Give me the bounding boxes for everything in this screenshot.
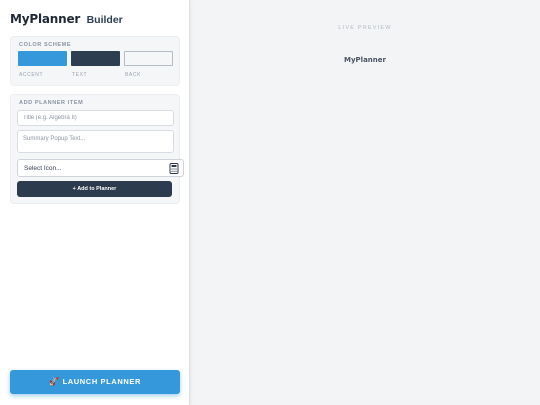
preview-brand: MyPlanner	[344, 56, 386, 64]
add-item-title: ADD PLANNER ITEM	[19, 100, 84, 106]
launch-planner-button[interactable]: 🚀 LAUNCH PLANNER	[10, 370, 180, 394]
color-scheme-title: COLOR SCHEME	[19, 42, 72, 48]
text-label: TEXT	[72, 72, 88, 78]
item-title-input[interactable]	[17, 110, 174, 126]
add-to-planner-button[interactable]: + Add to Planner	[17, 181, 172, 197]
accent-label: ACCENT	[19, 72, 44, 78]
add-planner-item-panel: ADD PLANNER ITEM Select Icon... + Add to…	[10, 94, 184, 204]
brand-name: MyPlanner	[10, 12, 81, 26]
rocket-icon: 🚀	[49, 377, 60, 386]
icon-select-value: Select Icon...	[24, 165, 62, 172]
brand-subtitle: Builder	[86, 14, 123, 26]
live-preview-label: LIVE PREVIEW	[338, 25, 392, 31]
app-brand: MyPlanner Builder	[10, 10, 123, 28]
back-color-swatch[interactable]	[124, 51, 173, 66]
launch-label: LAUNCH PLANNER	[62, 377, 141, 386]
builder-sidebar: MyPlanner Builder COLOR SCHEME ACCENT TE…	[0, 0, 190, 405]
back-label: BACK	[125, 72, 142, 78]
text-color-swatch[interactable]	[71, 51, 120, 66]
summary-textarea[interactable]	[17, 130, 174, 153]
accent-color-swatch[interactable]	[18, 51, 67, 66]
color-scheme-panel: COLOR SCHEME ACCENT TEXT BACK	[10, 36, 180, 86]
calculator-icon	[169, 163, 179, 174]
icon-select[interactable]: Select Icon...	[17, 159, 184, 177]
